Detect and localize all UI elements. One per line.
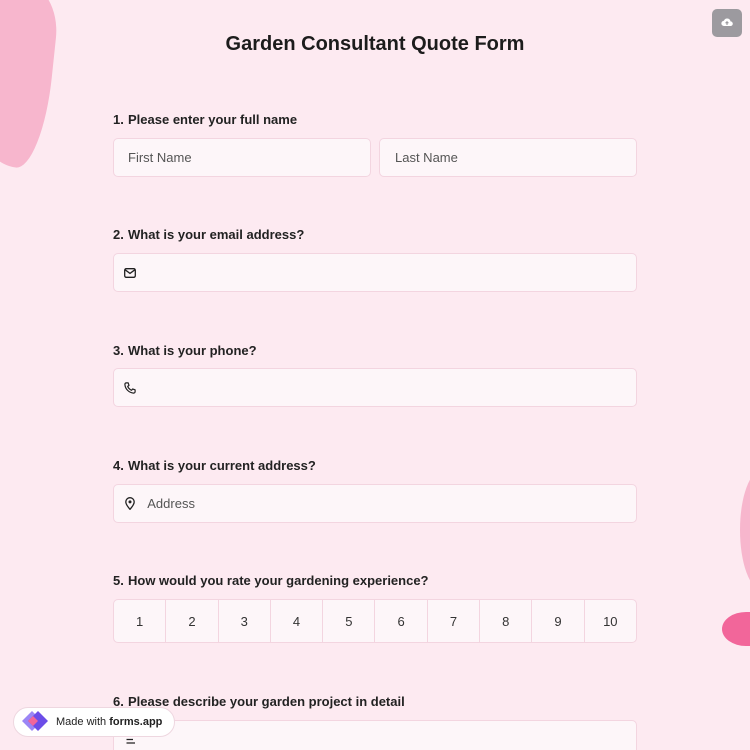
phone-icon — [114, 381, 144, 394]
rating-option-1[interactable]: 1 — [114, 600, 167, 642]
phone-field[interactable] — [113, 368, 637, 407]
rating-option-6[interactable]: 6 — [375, 600, 428, 642]
phone-input[interactable] — [144, 369, 636, 406]
question-2-label: 2. What is your email address? — [113, 227, 305, 242]
question-3-label: 3. What is your phone? — [113, 343, 257, 358]
project-description-field[interactable] — [113, 720, 637, 750]
first-name-field[interactable] — [113, 138, 371, 177]
forms-app-logo — [20, 709, 50, 736]
question-5-label: 5. How would you rate your gardening expe… — [113, 573, 429, 588]
decorative-blob-left — [0, 0, 62, 171]
address-field[interactable] — [113, 484, 637, 523]
rating-option-5[interactable]: 5 — [323, 600, 376, 642]
question-1-label: 1. Please enter your full name — [113, 112, 298, 127]
first-name-input[interactable] — [128, 139, 370, 176]
last-name-input[interactable] — [395, 139, 636, 176]
rating-option-10[interactable]: 10 — [585, 600, 636, 642]
last-name-field[interactable] — [379, 138, 637, 177]
question-4-label: 4. What is your current address? — [113, 458, 316, 473]
decorative-blob-right-accent — [722, 612, 750, 646]
rating-option-4[interactable]: 4 — [271, 600, 324, 642]
envelope-icon — [114, 267, 144, 278]
email-input[interactable] — [144, 254, 636, 291]
rating-option-8[interactable]: 8 — [480, 600, 533, 642]
cloud-upload-icon — [721, 14, 733, 32]
rating-option-3[interactable]: 3 — [219, 600, 271, 642]
rating-option-9[interactable]: 9 — [532, 600, 585, 642]
map-pin-icon — [114, 497, 144, 510]
made-with-forms-app-badge[interactable]: Made with forms.app — [13, 707, 176, 737]
decorative-blob-right — [740, 470, 750, 590]
experience-rating-scale: 1 2 3 4 5 6 7 8 9 10 — [113, 599, 637, 643]
address-input[interactable] — [144, 485, 636, 522]
form-title: Garden Consultant Quote Form — [225, 33, 525, 55]
email-field[interactable] — [113, 253, 637, 292]
rating-option-2[interactable]: 2 — [166, 600, 219, 642]
rating-option-7[interactable]: 7 — [428, 600, 481, 642]
badge-text: Made with forms.app — [56, 716, 163, 728]
